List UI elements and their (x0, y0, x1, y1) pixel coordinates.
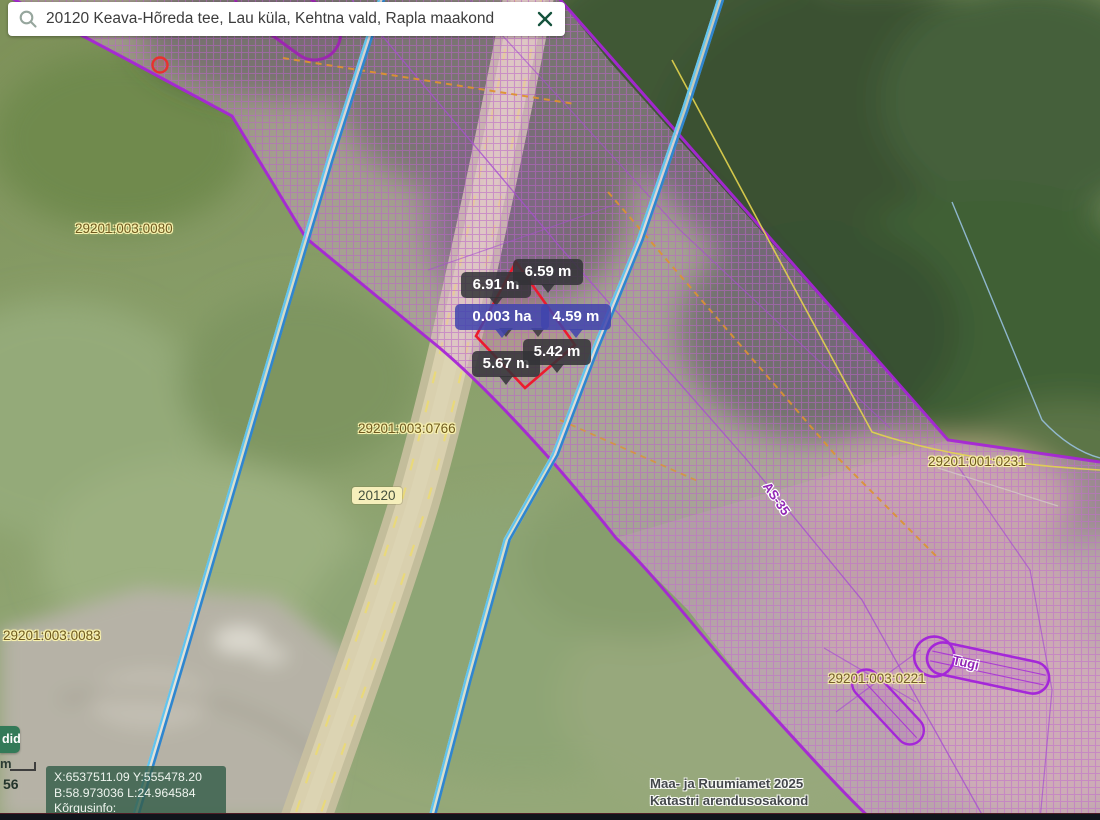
cadastral-label: 29201:003:0221 (828, 671, 926, 686)
road-number-label: 20120 (352, 487, 402, 504)
cadastral-label: 29201:003:0080 (75, 221, 173, 236)
search-input[interactable] (46, 10, 527, 28)
coords-xy: X:6537511.09 Y:555478.20 (54, 770, 218, 786)
clear-search-icon[interactable] (535, 9, 555, 29)
cadastral-label: 29201:003:0083 (3, 628, 101, 643)
search-bar (8, 2, 565, 36)
map-credits: Maa- ja Ruumiamet 2025 Katastri arenduso… (650, 776, 808, 809)
coords-bl: B:58.973036 L:24.964584 (54, 786, 218, 802)
cadastral-label: 29201:003:0766 (358, 421, 456, 436)
measure-length-label: 5.42 m (523, 339, 591, 365)
map-viewport[interactable]: 29201:003:0080 29201:003:0766 29201:001:… (0, 0, 1100, 820)
bottom-strip (0, 813, 1100, 820)
layers-button-fragment[interactable]: did (0, 726, 20, 753)
credits-line1: Maa- ja Ruumiamet 2025 (650, 776, 808, 793)
scale-bar (10, 762, 36, 771)
measure-area-label: 0.003 ha (455, 304, 549, 330)
search-icon (18, 9, 38, 29)
red-point-marker (153, 58, 168, 73)
map-canvas[interactable] (0, 0, 1100, 820)
measure-length-label: 6.59 m (513, 259, 583, 285)
scale-ratio-fragment: 56 (3, 776, 19, 792)
cadastral-label: 29201:001:0231 (928, 454, 1026, 469)
measure-length-label: 4.59 m (541, 304, 611, 330)
credits-line2: Katastri arendusosakond (650, 793, 808, 810)
coordinates-panel: X:6537511.09 Y:555478.20 B:58.973036 L:2… (46, 766, 226, 820)
